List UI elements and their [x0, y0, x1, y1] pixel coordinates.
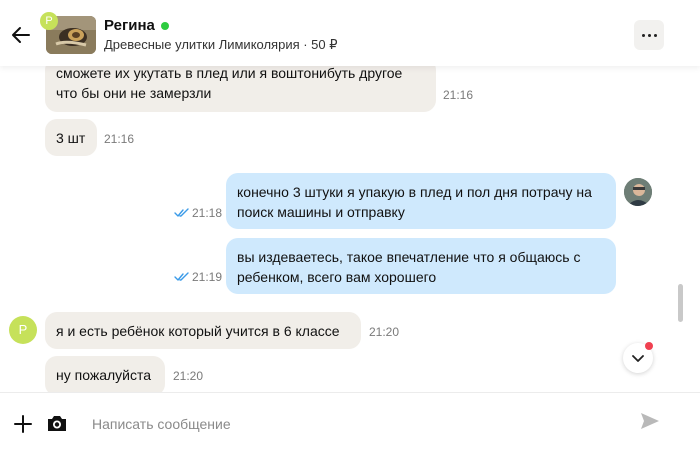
camera-icon[interactable] [46, 413, 68, 433]
outgoing-message: вы издеваетесь, такое впечатление что я … [226, 238, 616, 294]
message-text: что бы они не замерзли [56, 85, 212, 101]
contact-avatar-badge: Р [40, 12, 58, 30]
chevron-down-icon [632, 355, 644, 362]
chat-header: Р Регина Древесные улитки Лимиколярия · … [0, 0, 700, 66]
more-dots-icon [641, 33, 645, 37]
message-composer [0, 392, 700, 454]
message-input[interactable] [92, 410, 612, 438]
message-time: 21:20 [173, 369, 204, 383]
message-text: я и есть ребёнок который учится в 6 клас… [56, 323, 340, 339]
more-options-button[interactable] [634, 20, 664, 50]
chat-scrollbar[interactable] [678, 284, 683, 322]
unread-indicator-dot [645, 342, 653, 350]
message-time: 21:19 [192, 270, 223, 284]
message-time: 21:16 [104, 132, 135, 146]
message-text: сможете их укутать в плед или я воштониб… [56, 66, 403, 81]
incoming-message: сможете их укутать в плед или я воштониб… [45, 66, 436, 112]
send-icon[interactable] [639, 411, 661, 431]
message-time: 21:18 [192, 206, 223, 220]
incoming-message: ну пожалуйста [45, 356, 165, 392]
read-receipt-icon [174, 272, 189, 281]
message-text: вы издеваетесь, такое впечатление что я … [237, 249, 581, 265]
message-text: конечно 3 штуки я упакую в плед и пол дн… [237, 184, 592, 200]
online-status-indicator [160, 21, 169, 30]
contact-name-row[interactable]: Регина [104, 17, 169, 34]
back-arrow-icon[interactable] [10, 24, 32, 46]
incoming-message: 3 шт [45, 119, 97, 156]
my-avatar [624, 178, 652, 206]
read-receipt-icon [174, 208, 189, 217]
plus-icon[interactable] [12, 413, 34, 435]
message-text: ну пожалуйста [56, 367, 152, 383]
message-text: ребенком, всего вам хорошего [237, 269, 437, 285]
message-time: 21:20 [369, 325, 400, 339]
contact-avatar: Р [9, 316, 37, 344]
message-text: поиск машины и отправку [237, 204, 405, 220]
outgoing-message: конечно 3 штуки я упакую в плед и пол дн… [226, 173, 616, 229]
contact-name: Регина [104, 17, 155, 34]
message-list[interactable]: сможете их укутать в плед или я воштониб… [0, 66, 700, 392]
message-text: 3 шт [56, 130, 86, 146]
listing-title[interactable]: Древесные улитки Лимиколярия · 50 ₽ [104, 37, 338, 53]
message-time: 21:16 [443, 88, 474, 102]
incoming-message: я и есть ребёнок который учится в 6 клас… [45, 312, 361, 349]
